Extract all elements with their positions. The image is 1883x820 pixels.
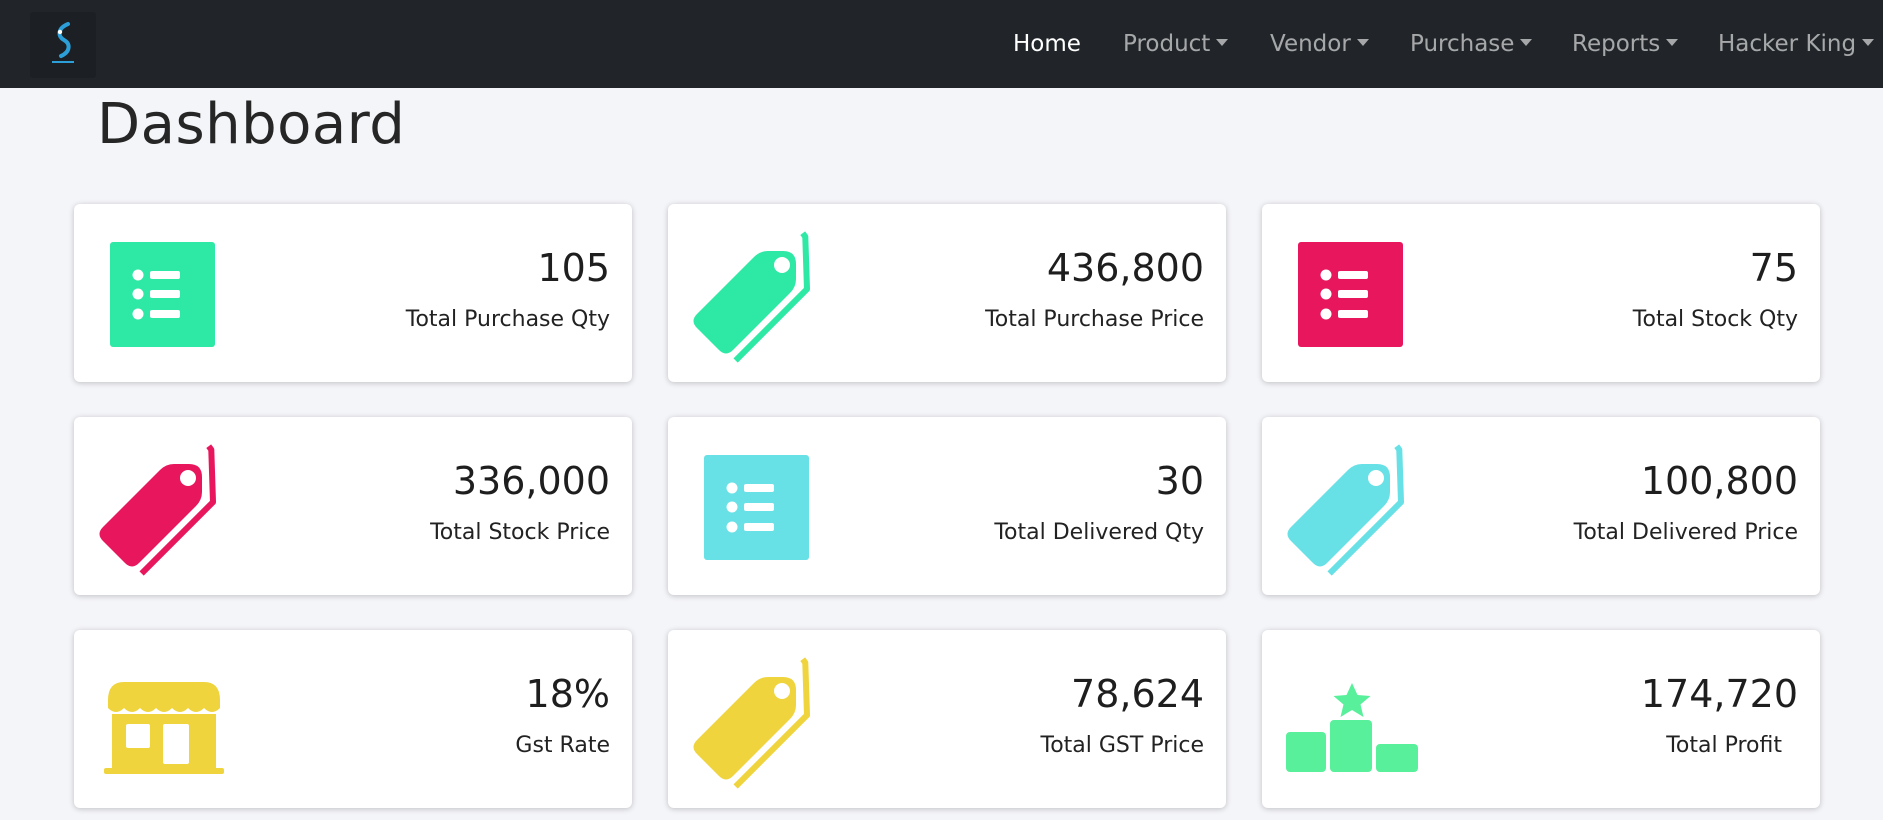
top-navbar: Home Product Vendor Purchase Reports Hac… — [0, 0, 1883, 88]
nav-home[interactable]: Home — [1013, 26, 1081, 62]
chevron-down-icon — [1216, 39, 1229, 46]
brand-logo[interactable] — [30, 12, 96, 78]
stat-label: Total Delivered Price — [1573, 520, 1798, 545]
stat-value: 174,720 — [1640, 672, 1798, 716]
stat-value: 105 — [537, 246, 610, 290]
page-title: Dashboard — [97, 92, 406, 157]
chevron-down-icon — [1666, 39, 1679, 46]
stat-card-total-profit: 174,720 Total Profit — [1262, 630, 1820, 808]
stat-value: 100,800 — [1640, 459, 1798, 503]
nav-vendor[interactable]: Vendor — [1270, 26, 1369, 62]
list-icon — [1282, 226, 1422, 366]
nav-home-label: Home — [1013, 31, 1081, 57]
stat-label: Total Stock Price — [430, 520, 610, 545]
podium-star-icon — [1282, 652, 1422, 792]
tag-icon — [1282, 439, 1422, 579]
stat-card-gst-rate: 18% Gst Rate — [74, 630, 632, 808]
nav-user-label: Hacker King — [1718, 31, 1857, 57]
chevron-down-icon — [1862, 39, 1875, 46]
stat-card-total-delivered-qty: 30 Total Delivered Qty — [668, 417, 1226, 595]
stat-label: Total Profit — [1666, 733, 1782, 758]
tag-icon — [688, 652, 828, 792]
nav-purchase-label: Purchase — [1410, 31, 1515, 57]
stat-card-total-purchase-price: 436,800 Total Purchase Price — [668, 204, 1226, 382]
stat-value: 336,000 — [452, 459, 610, 503]
nav-vendor-label: Vendor — [1270, 31, 1351, 57]
stat-value: 75 — [1749, 246, 1798, 290]
stat-card-total-stock-price: 336,000 Total Stock Price — [74, 417, 632, 595]
store-icon — [94, 652, 234, 792]
stat-value: 30 — [1155, 459, 1204, 503]
stat-card-total-gst-price: 78,624 Total GST Price — [668, 630, 1226, 808]
list-icon — [688, 439, 828, 579]
stat-value: 18% — [525, 672, 610, 716]
nav-product[interactable]: Product — [1123, 26, 1229, 62]
stat-label: Total Delivered Qty — [994, 520, 1204, 545]
nav-user-menu[interactable]: Hacker King — [1718, 26, 1875, 62]
stat-label: Total Stock Qty — [1632, 307, 1798, 332]
nav-purchase[interactable]: Purchase — [1410, 26, 1533, 62]
stat-label: Total GST Price — [1040, 733, 1205, 758]
logo-icon — [52, 22, 74, 63]
stat-card-total-purchase-qty: 105 Total Purchase Qty — [74, 204, 632, 382]
stat-label: Total Purchase Qty — [405, 307, 610, 332]
stat-value: 436,800 — [1046, 246, 1204, 290]
nav-reports-label: Reports — [1572, 31, 1661, 57]
chevron-down-icon — [1356, 39, 1369, 46]
list-icon — [94, 226, 234, 366]
chevron-down-icon — [1520, 39, 1533, 46]
stat-card-total-delivered-price: 100,800 Total Delivered Price — [1262, 417, 1820, 595]
tag-icon — [94, 439, 234, 579]
nav-reports[interactable]: Reports — [1572, 26, 1679, 62]
stat-label: Total Purchase Price — [985, 307, 1204, 332]
tag-icon — [688, 226, 828, 366]
stat-label: Gst Rate — [515, 733, 610, 758]
nav-product-label: Product — [1123, 31, 1211, 57]
stat-value: 78,624 — [1071, 672, 1204, 716]
stat-card-total-stock-qty: 75 Total Stock Qty — [1262, 204, 1820, 382]
